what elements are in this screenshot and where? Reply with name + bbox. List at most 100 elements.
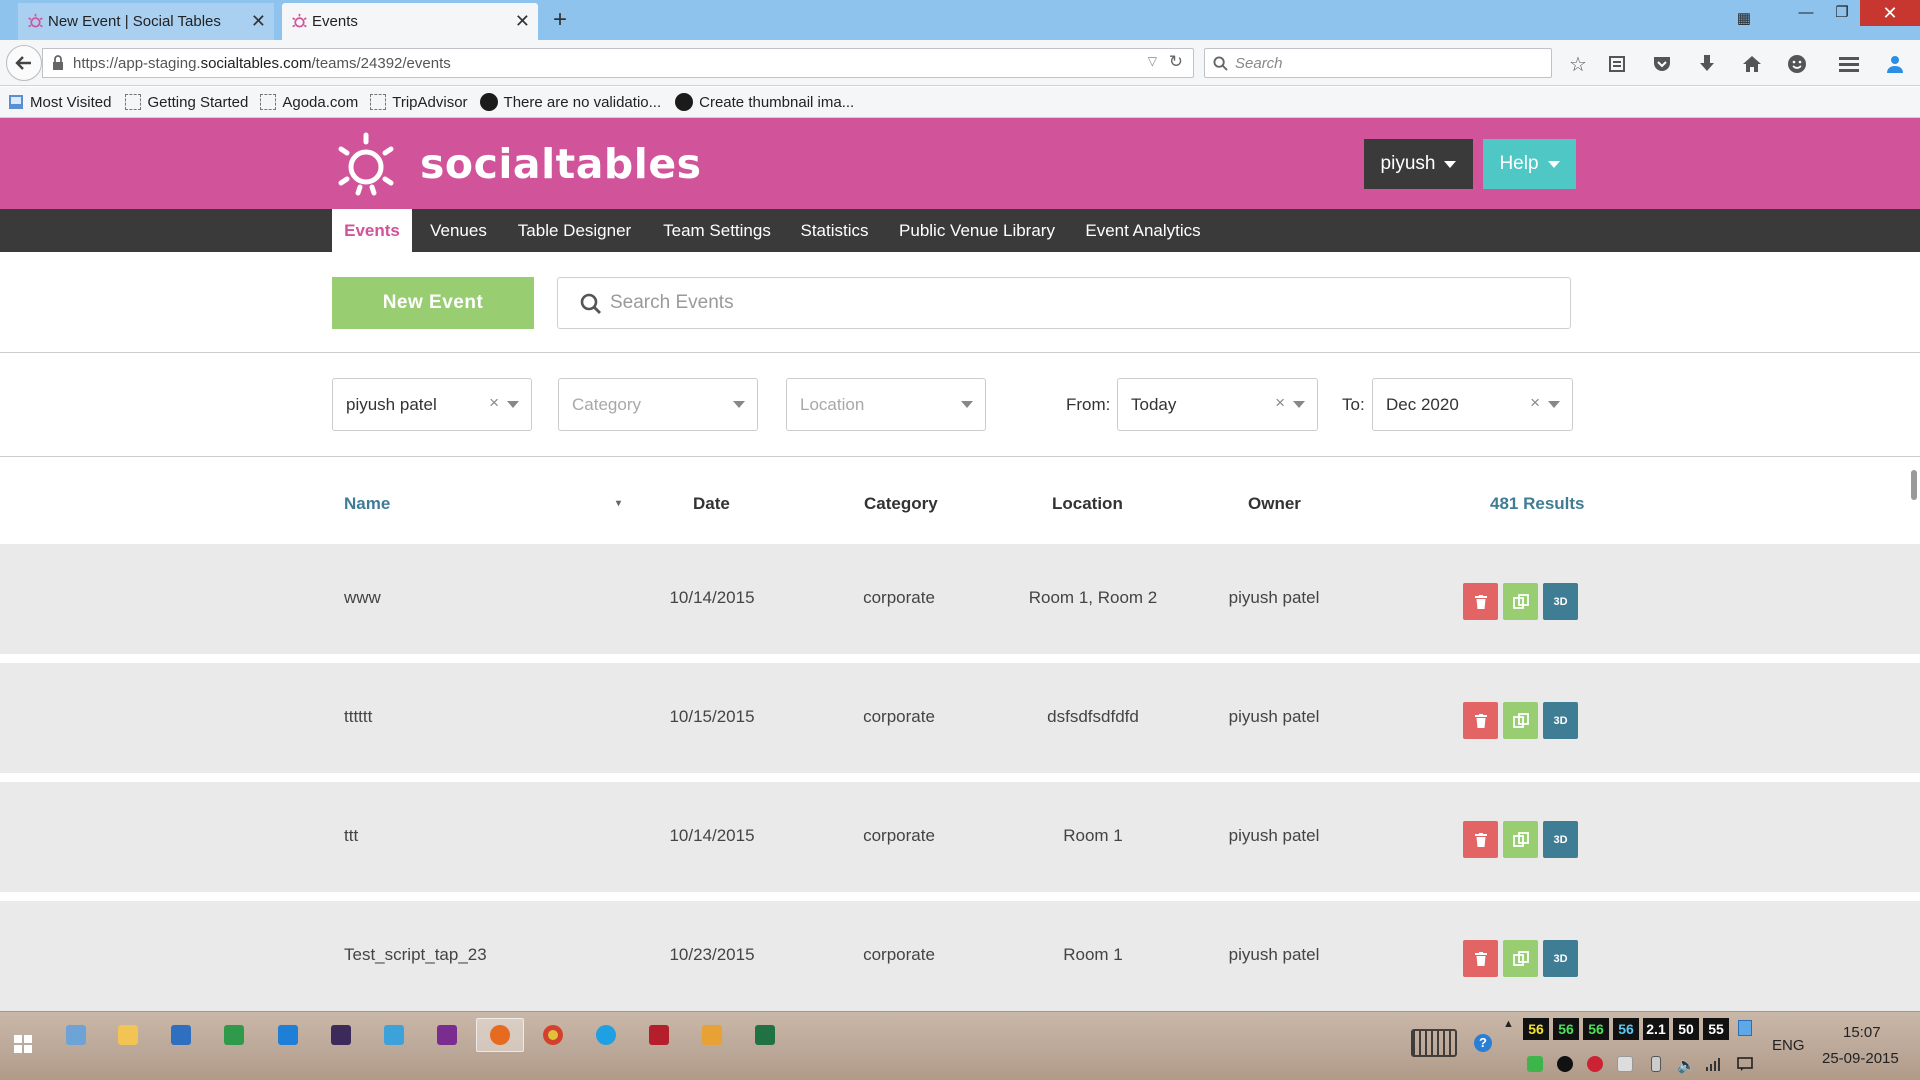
taskbar-app-outlook-icon[interactable]	[157, 1018, 205, 1052]
owner-filter-select[interactable]: piyush patel ×	[332, 378, 532, 431]
clock-time[interactable]: 15:07	[1843, 1024, 1881, 1041]
table-row[interactable]: www 10/14/2015 corporate Room 1, Room 2 …	[0, 544, 1920, 654]
close-tab-icon[interactable]: ✕	[515, 12, 530, 30]
close-tab-icon[interactable]: ✕	[251, 12, 266, 30]
nav-item-team-settings[interactable]: Team Settings	[654, 209, 780, 252]
url-bar[interactable]: https://app-staging. socialtables.com/tea…	[42, 48, 1194, 78]
taskbar-app-mcafee-icon[interactable]	[635, 1018, 683, 1052]
event-name[interactable]: Test_script_tap_23	[344, 945, 487, 965]
help-menu-button[interactable]: Help	[1483, 139, 1576, 189]
delete-button[interactable]	[1463, 821, 1498, 858]
taskbar-app-explorer-icon[interactable]	[104, 1018, 152, 1052]
tray-window-icon[interactable]	[1738, 1020, 1752, 1036]
duplicate-button[interactable]	[1503, 583, 1538, 620]
tab-groups-icon[interactable]: ▦	[1722, 6, 1766, 32]
taskbar-app-dropbox-icon[interactable]	[264, 1018, 312, 1052]
reload-icon[interactable]: ↻	[1169, 52, 1183, 72]
browser-search-input[interactable]: Search	[1204, 48, 1552, 78]
table-row[interactable]: ttt 10/14/2015 corporate Room 1 piyush p…	[0, 782, 1920, 892]
location-filter-select[interactable]: Location	[786, 378, 986, 431]
delete-button[interactable]	[1463, 702, 1498, 739]
bookmarks-menu-icon[interactable]	[1606, 53, 1628, 75]
clear-icon[interactable]: ×	[489, 393, 499, 413]
new-event-button[interactable]: New Event	[332, 277, 534, 329]
category-filter-select[interactable]: Category	[558, 378, 758, 431]
to-date-select[interactable]: Dec 2020 ×	[1372, 378, 1573, 431]
bookmark-github-validation[interactable]: There are no validatio...	[479, 87, 666, 118]
tray-security-icon[interactable]	[1587, 1056, 1603, 1072]
taskbar-app-skype-icon[interactable]	[582, 1018, 630, 1052]
taskbar-app-pictures-icon[interactable]	[52, 1018, 100, 1052]
help-tray-icon[interactable]: ?	[1474, 1034, 1492, 1052]
column-header-location[interactable]: Location	[1052, 494, 1123, 514]
input-language[interactable]: ENG	[1772, 1037, 1805, 1054]
tray-sync-icon[interactable]	[1557, 1056, 1573, 1072]
delete-button[interactable]	[1463, 583, 1498, 620]
view-3d-button[interactable]: 3D	[1543, 940, 1578, 977]
bookmark-github-thumbnail[interactable]: Create thumbnail ima...	[675, 87, 858, 118]
taskbar-app-media-icon[interactable]	[317, 1018, 365, 1052]
delete-button[interactable]	[1463, 940, 1498, 977]
column-header-owner[interactable]: Owner	[1248, 494, 1301, 514]
hello-chat-icon[interactable]	[1786, 53, 1808, 75]
column-header-date[interactable]: Date	[693, 494, 730, 514]
nav-item-public-venue-library[interactable]: Public Venue Library	[891, 209, 1063, 252]
taskbar-app-excel-icon[interactable]	[741, 1018, 789, 1052]
tray-network-warning-icon[interactable]	[1617, 1056, 1633, 1072]
tray-check-icon[interactable]	[1527, 1056, 1543, 1072]
duplicate-button[interactable]	[1503, 940, 1538, 977]
taskbar-app-calculator-icon[interactable]	[210, 1018, 258, 1052]
taskbar-app-chrome-icon[interactable]	[529, 1018, 577, 1052]
view-3d-button[interactable]: 3D	[1543, 702, 1578, 739]
nav-item-table-designer[interactable]: Table Designer	[508, 209, 641, 252]
hamburger-menu-icon[interactable]	[1838, 53, 1860, 75]
user-menu-button[interactable]: piyush	[1364, 139, 1473, 189]
bookmark-most-visited[interactable]: Most Visited	[8, 87, 115, 118]
pocket-icon[interactable]	[1651, 53, 1673, 75]
column-header-category[interactable]: Category	[864, 494, 938, 514]
close-window-icon[interactable]: ✕	[1860, 0, 1920, 26]
table-row[interactable]: Test_script_tap_23 10/23/2015 corporate …	[0, 901, 1920, 1011]
bookmark-tripadvisor[interactable]: TripAdvisor	[370, 87, 471, 118]
browser-tab-events[interactable]: Events ✕	[282, 3, 538, 40]
account-icon[interactable]	[1884, 53, 1906, 75]
duplicate-button[interactable]	[1503, 821, 1538, 858]
bookmark-getting-started[interactable]: Getting Started	[125, 87, 252, 118]
duplicate-button[interactable]	[1503, 702, 1538, 739]
socialtables-sun-logo-icon[interactable]	[333, 131, 399, 197]
event-name[interactable]: www	[344, 588, 381, 608]
nav-item-venues[interactable]: Venues	[418, 209, 499, 252]
restore-window-icon[interactable]: ❐	[1820, 0, 1864, 26]
url-dropdown-icon[interactable]: ▽	[1148, 54, 1157, 68]
browser-tab-new-event[interactable]: New Event | Social Tables ✕	[18, 3, 274, 40]
touch-keyboard-icon[interactable]	[1411, 1029, 1457, 1057]
volume-icon[interactable]: 🔈	[1677, 1056, 1696, 1074]
brand-wordmark[interactable]: socialtables	[420, 140, 702, 188]
event-name[interactable]: tttttt	[344, 707, 372, 727]
column-header-name[interactable]: Name	[344, 494, 390, 514]
from-date-select[interactable]: Today ×	[1117, 378, 1318, 431]
taskbar-app-network-icon[interactable]	[370, 1018, 418, 1052]
search-events-input[interactable]: Search Events	[557, 277, 1571, 329]
nav-item-statistics[interactable]: Statistics	[792, 209, 877, 252]
view-3d-button[interactable]: 3D	[1543, 583, 1578, 620]
taskbar-app-player-icon[interactable]	[688, 1018, 736, 1052]
table-row[interactable]: tttttt 10/15/2015 corporate dsfsdfsdfdfd…	[0, 663, 1920, 773]
scrollbar-thumb[interactable]	[1911, 470, 1917, 500]
event-name[interactable]: ttt	[344, 826, 358, 846]
taskbar-app-firefox-icon[interactable]	[476, 1018, 524, 1052]
downloads-icon[interactable]	[1696, 53, 1718, 75]
home-icon[interactable]	[1741, 53, 1763, 75]
clear-icon[interactable]: ×	[1530, 393, 1540, 413]
clear-icon[interactable]: ×	[1275, 393, 1285, 413]
battery-icon[interactable]	[1651, 1056, 1661, 1072]
back-button[interactable]	[6, 45, 42, 81]
windows-start-icon[interactable]	[14, 1035, 32, 1053]
nav-item-events[interactable]: Events	[332, 209, 412, 252]
bookmark-agoda[interactable]: Agoda.com	[260, 87, 362, 118]
wifi-signal-icon[interactable]	[1705, 1056, 1721, 1072]
bookmark-star-icon[interactable]: ☆	[1567, 53, 1589, 76]
action-center-icon[interactable]	[1737, 1056, 1753, 1072]
taskbar-app-onenote-icon[interactable]	[423, 1018, 471, 1052]
view-3d-button[interactable]: 3D	[1543, 821, 1578, 858]
